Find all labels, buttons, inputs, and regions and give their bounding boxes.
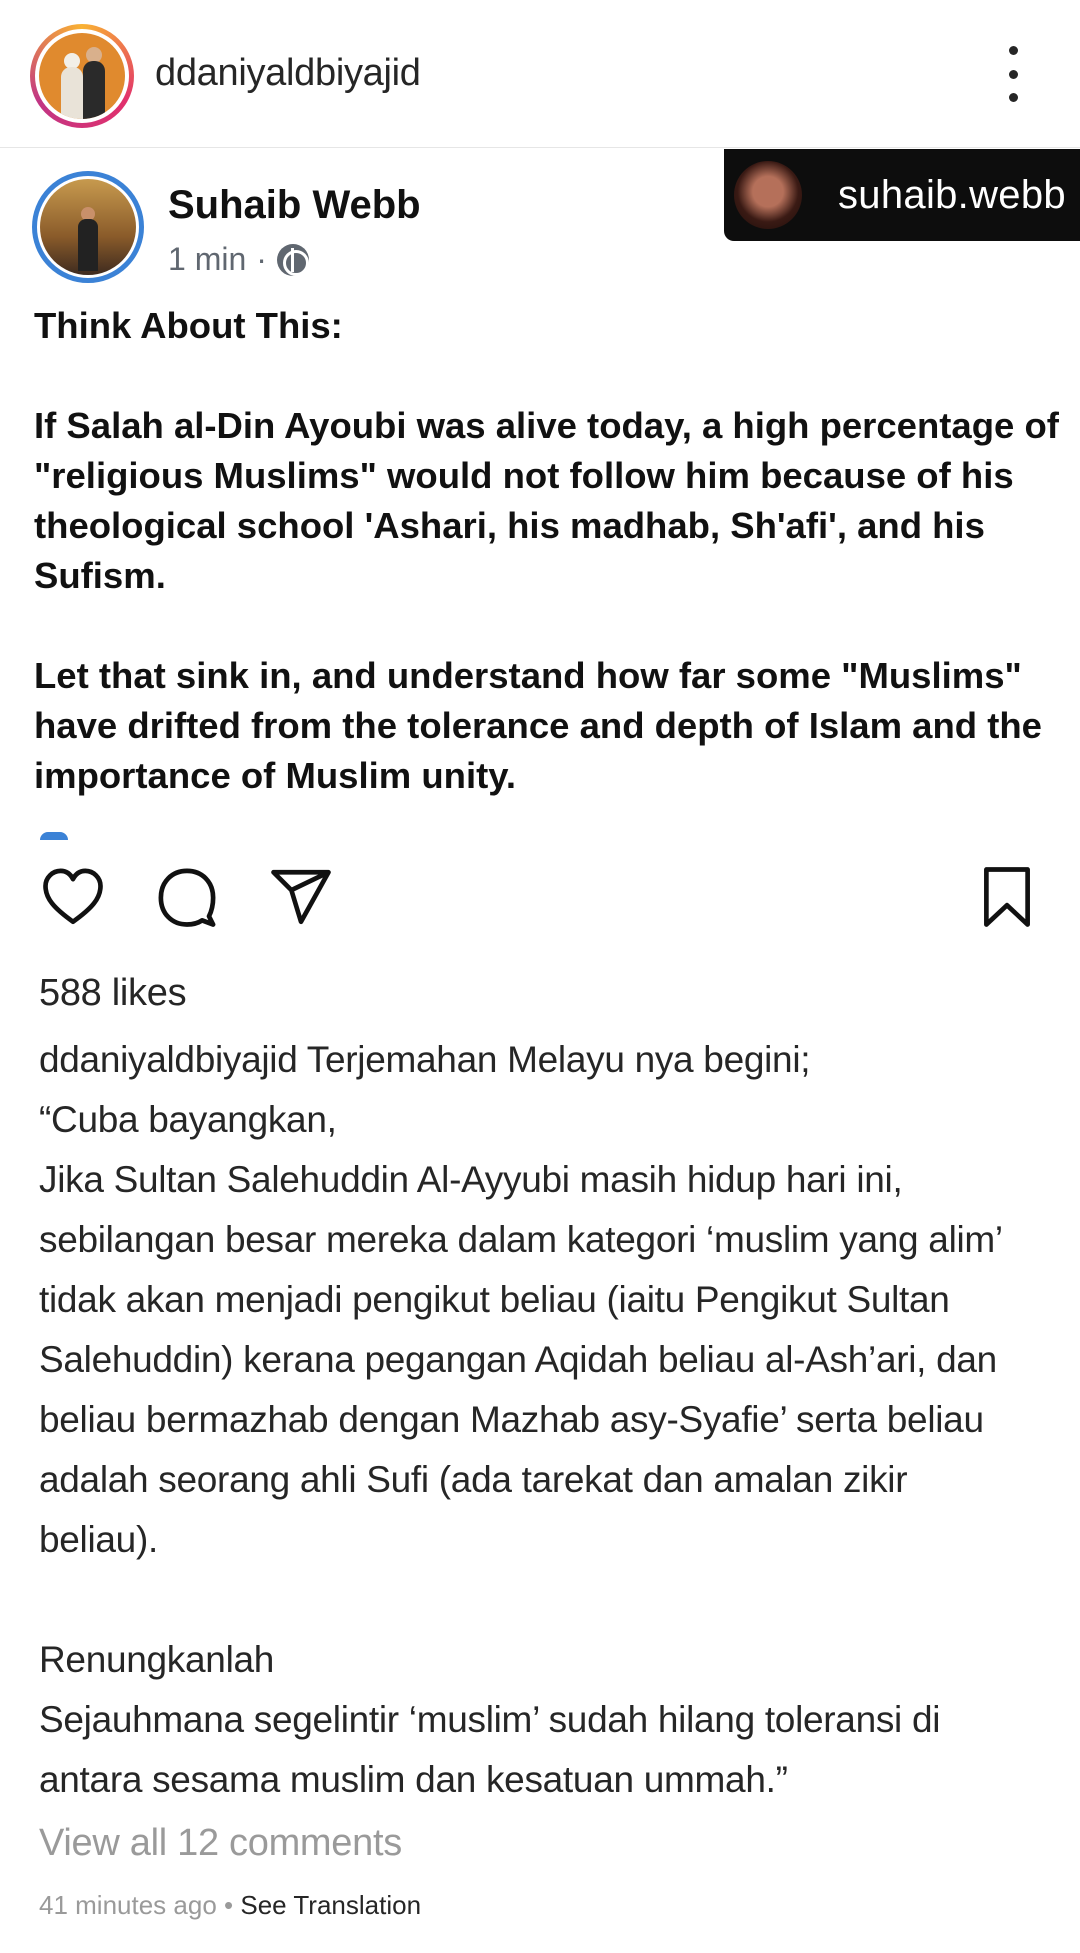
- caption-line: sebilangan besar mereka dalam kategori ‘…: [39, 1219, 1003, 1260]
- comment-bubble-icon[interactable]: [152, 862, 222, 932]
- caption-username[interactable]: ddaniyaldbiyajid: [39, 1039, 298, 1080]
- tag-avatar: [734, 161, 802, 229]
- see-translation-link[interactable]: See Translation: [240, 1890, 421, 1920]
- footer-dot: •: [216, 1890, 241, 1920]
- post-paragraph: If Salah al-Din Ayoubi was alive today, …: [34, 405, 1059, 596]
- post-username[interactable]: ddaniyaldbiyajid: [155, 52, 421, 95]
- post-timestamp: 41 minutes ago: [39, 1890, 217, 1920]
- caption-line: Renungkanlah: [39, 1639, 275, 1680]
- profile-avatar[interactable]: [30, 24, 134, 128]
- caption-line: adalah seorang ahli Sufi (ada tarekat da…: [39, 1459, 908, 1500]
- post-text: Think About This: If Salah al-Din Ayoubi…: [34, 301, 1064, 801]
- heart-icon[interactable]: [38, 862, 108, 932]
- caption-line: “Cuba bayangkan,: [39, 1099, 337, 1140]
- caption: ddaniyaldbiyajid Terjemahan Melayu nya b…: [39, 1030, 1059, 1810]
- paper-plane-icon[interactable]: [266, 862, 336, 932]
- caption-text: Terjemahan Melayu nya begini;: [297, 1039, 811, 1080]
- post-image[interactable]: suhaib.webb Suhaib Webb 1 min · Think Ab…: [0, 149, 1080, 840]
- caption-line: Salehuddin) kerana pegangan Aqidah belia…: [39, 1339, 997, 1380]
- caption-line: beliau).: [39, 1519, 158, 1560]
- post-paragraph: Think About This:: [34, 305, 343, 346]
- caption-first-line: ddaniyaldbiyajid Terjemahan Melayu nya b…: [39, 1030, 1059, 1090]
- view-all-comments-link[interactable]: View all 12 comments: [39, 1822, 402, 1865]
- tag-username: suhaib.webb: [838, 172, 1066, 217]
- action-bar: [0, 862, 1080, 942]
- post-footer: 41 minutes ago • See Translation: [39, 1890, 421, 1921]
- likes-count[interactable]: 588 likes: [39, 972, 187, 1015]
- author-tag: suhaib.webb: [724, 149, 1080, 241]
- post-paragraph: Let that sink in, and understand how far…: [34, 655, 1042, 796]
- post-meta: 1 min ·: [168, 241, 309, 278]
- caption-line: beliau bermazhab dengan Mazhab asy-Syafi…: [39, 1399, 984, 1440]
- caption-line: Jika Sultan Salehuddin Al-Ayyubi masih h…: [39, 1159, 903, 1200]
- more-options-icon[interactable]: [1000, 46, 1026, 102]
- globe-icon: [276, 243, 309, 276]
- post-header: ddaniyaldbiyajid: [0, 0, 1080, 148]
- cropped-indicator: [40, 832, 68, 840]
- caption-line: Sejauhmana segelintir ‘muslim’ sudah hil…: [39, 1699, 941, 1740]
- caption-line: tidak akan menjadi pengikut beliau (iait…: [39, 1279, 950, 1320]
- meta-separator: ·: [256, 241, 267, 277]
- author-avatar: [32, 171, 144, 283]
- bookmark-icon[interactable]: [972, 862, 1042, 932]
- caption-line: antara sesama muslim dan kesatuan ummah.…: [39, 1759, 788, 1800]
- post-time: 1 min: [168, 241, 247, 277]
- author-name: Suhaib Webb: [168, 183, 421, 227]
